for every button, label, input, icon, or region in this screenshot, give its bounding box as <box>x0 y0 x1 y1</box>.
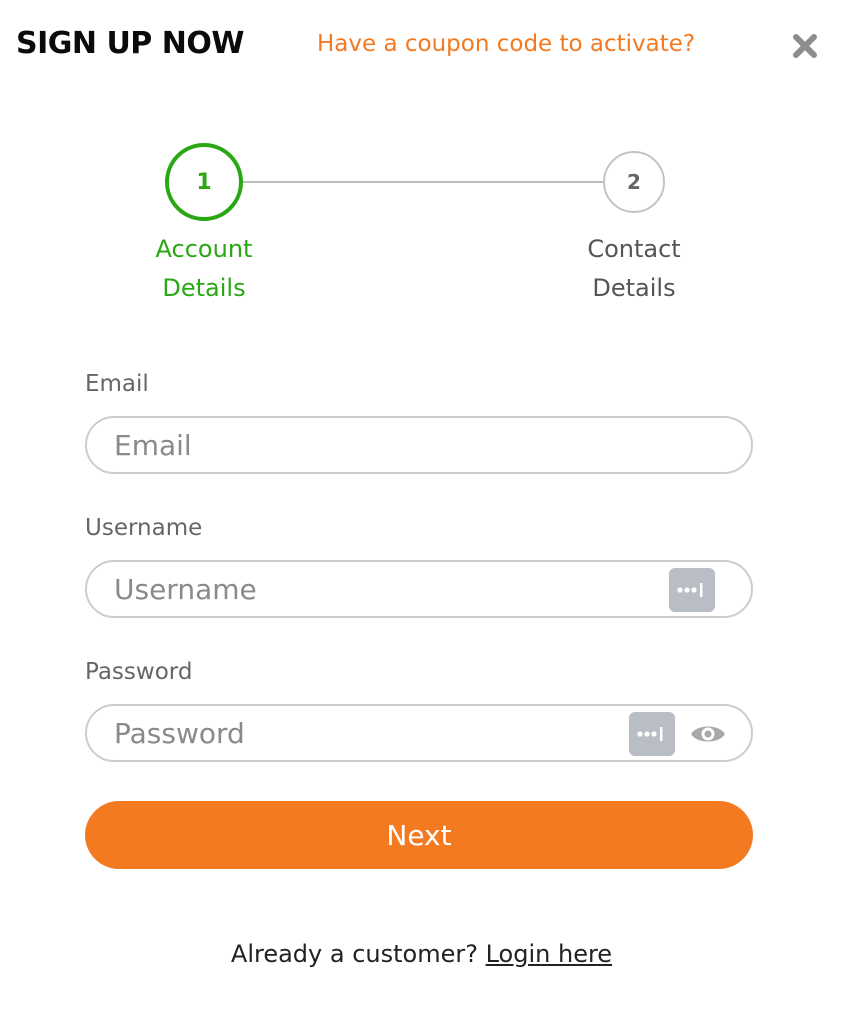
step-2-label-line1: Contact <box>587 235 681 263</box>
password-autofill-button[interactable] <box>629 712 675 756</box>
login-link[interactable]: Login here <box>486 940 612 968</box>
close-button[interactable] <box>787 28 823 64</box>
email-group: Email <box>85 366 753 474</box>
eye-icon[interactable] <box>689 720 727 748</box>
next-button[interactable]: Next <box>85 801 753 869</box>
step-1-circle: 1 <box>165 143 243 221</box>
password-autofill-key-icon <box>637 727 663 741</box>
close-icon <box>793 34 817 58</box>
email-input-wrapper <box>85 416 753 474</box>
step-1-label-line2: Details <box>162 274 246 302</box>
page-title: SIGN UP NOW <box>16 26 244 61</box>
login-prompt-text: Already a customer? <box>230 940 478 968</box>
login-prompt: Already a customer? Login here <box>0 940 843 968</box>
password-group: Password <box>85 654 753 762</box>
username-input-wrapper <box>85 560 753 618</box>
step-2-circle: 2 <box>603 151 665 213</box>
email-input[interactable] <box>87 418 751 472</box>
email-label: Email <box>85 371 149 397</box>
username-label: Username <box>85 515 203 541</box>
header: SIGN UP NOW Have a coupon code to activa… <box>0 0 843 90</box>
password-autofill-key-icon <box>677 583 703 597</box>
username-group: Username <box>85 510 753 618</box>
username-autofill-button[interactable] <box>669 568 715 612</box>
step-2-label: Contact Details <box>534 230 734 308</box>
step-2-label-line2: Details <box>592 274 676 302</box>
username-input[interactable] <box>87 562 751 616</box>
step-1-label: Account Details <box>104 230 304 308</box>
password-label: Password <box>85 659 193 685</box>
step-1-label-line1: Account <box>155 235 253 263</box>
progress-stepper: 1 2 Account Details Contact Details <box>0 140 843 310</box>
password-input-wrapper <box>85 704 753 762</box>
coupon-code-link[interactable]: Have a coupon code to activate? <box>317 31 695 57</box>
step-connector <box>243 181 605 183</box>
signup-form: Email Username Password <box>85 366 753 798</box>
